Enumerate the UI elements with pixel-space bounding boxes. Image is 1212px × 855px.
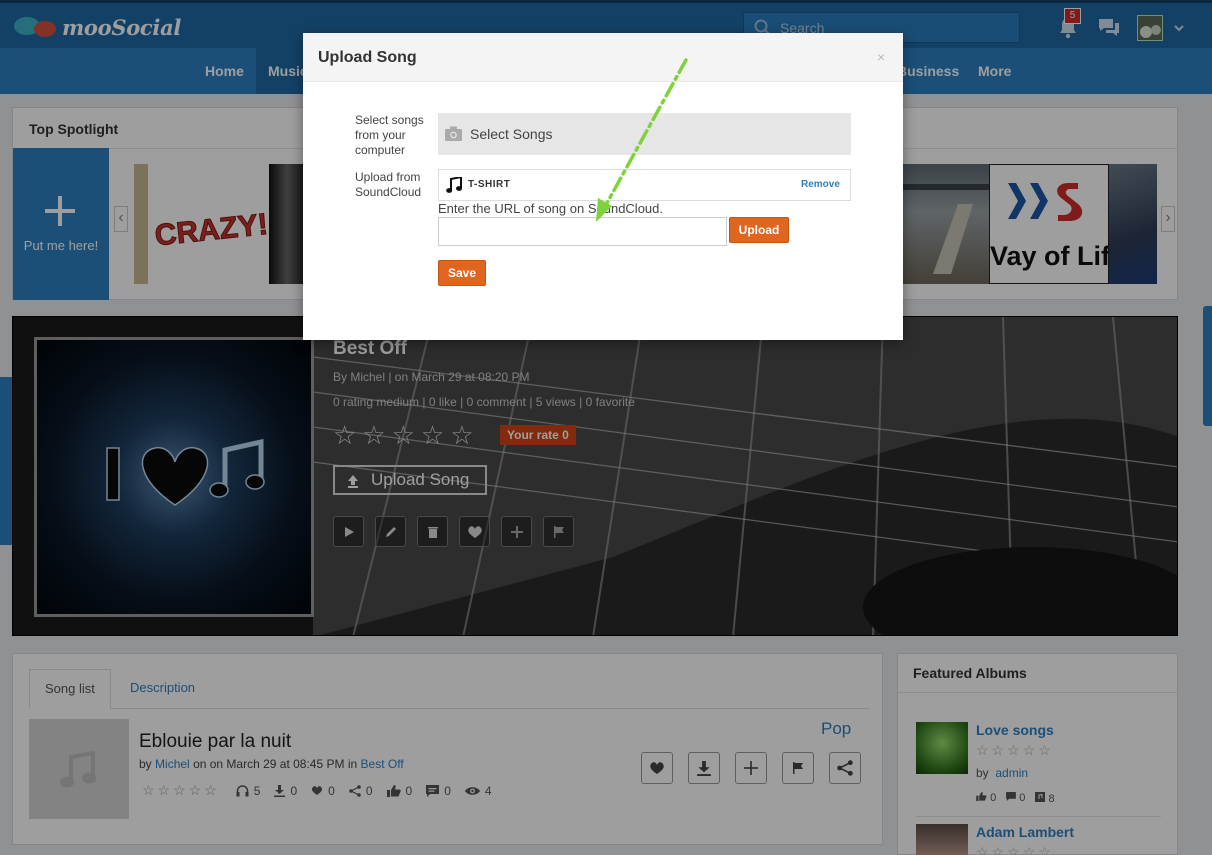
save-button[interactable]: Save	[438, 260, 486, 286]
close-icon[interactable]: ×	[877, 49, 885, 65]
upload-button[interactable]: Upload	[729, 217, 789, 243]
modal-title: Upload Song	[318, 49, 417, 66]
select-songs-label: Select songs from your computer	[355, 113, 424, 157]
upload-song-modal: Upload Song × Select songs from your com…	[303, 33, 903, 340]
soundcloud-url-hint: Enter the URL of song on SoundCloud.	[438, 201, 663, 216]
soundcloud-url-input[interactable]	[438, 217, 727, 246]
soundcloud-track: T-SHIRT Remove	[438, 169, 851, 201]
select-songs-button[interactable]: Select Songs	[438, 113, 851, 155]
soundcloud-label: Upload from SoundCloud	[355, 170, 422, 199]
soundcloud-track-name: T-SHIRT	[468, 179, 511, 190]
select-songs-text: Select Songs	[470, 126, 553, 142]
camera-icon	[445, 126, 462, 141]
remove-track-link[interactable]: Remove	[801, 179, 840, 190]
modal-header: Upload Song ×	[303, 33, 903, 82]
music-note-icon	[446, 177, 462, 193]
